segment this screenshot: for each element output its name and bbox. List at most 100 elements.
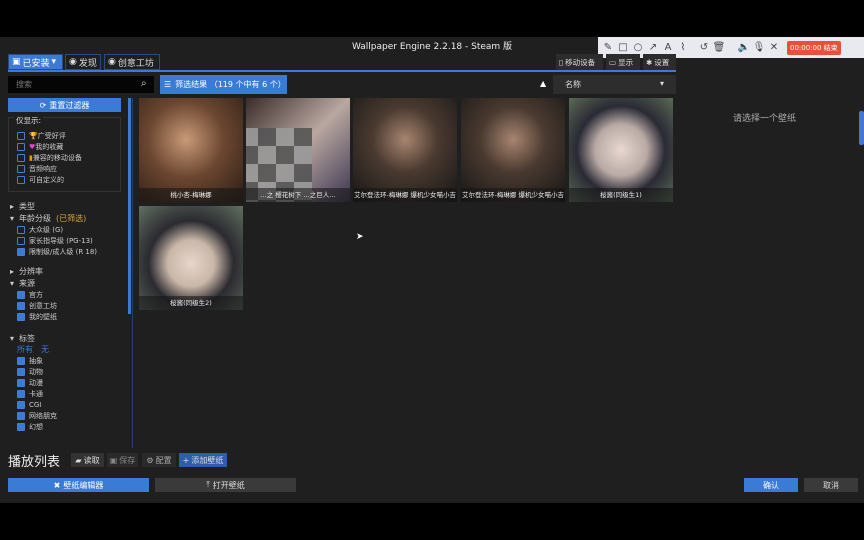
mic-icon[interactable]: 🎙 (753, 42, 766, 54)
checkbox[interactable] (17, 153, 25, 162)
reset-filters-button[interactable]: ⟳ 重置过滤器 (8, 98, 121, 112)
tab-mobile[interactable]: ▯ 移动设备 (556, 54, 603, 70)
checkbox[interactable] (17, 142, 25, 151)
right-scrollbar[interactable] (859, 111, 864, 145)
playlist-config-button[interactable]: ⚙ 配置 (142, 453, 176, 467)
checkbox[interactable] (17, 422, 25, 431)
arrow-icon[interactable]: ↗ (647, 42, 659, 54)
cancel-button[interactable]: 取消 (804, 478, 858, 492)
undo-icon[interactable]: ↺ (698, 42, 710, 54)
tab-settings[interactable]: ✱ 设置 (643, 54, 676, 70)
wallpaper-tile[interactable]: 艾尔登法环-梅琳娜 爆机少女喵小吉 (353, 98, 457, 202)
filter-results-button[interactable]: ☰ 筛选结果 （119 个中有 6 个） (160, 75, 287, 94)
gear-icon: ✱ (646, 57, 653, 67)
tag-item[interactable]: CGI (17, 399, 125, 410)
checkbox[interactable] (17, 367, 25, 376)
caret-down-icon: ▾ (10, 333, 15, 343)
wallpaper-editor-button[interactable]: ✖ 壁纸编辑器 (8, 478, 149, 492)
filter-customizable[interactable]: 可自定义的 (17, 174, 120, 185)
checkbox[interactable] (17, 400, 25, 409)
section-tags[interactable]: ▾ 标签 (10, 332, 125, 344)
wallpaper-tile[interactable]: 桜酱(同级生2) (139, 206, 243, 310)
section-source[interactable]: ▾ 来源 (10, 277, 125, 289)
rectangle-icon[interactable]: □ (617, 42, 629, 54)
section-age[interactable]: ▾ 年龄分级 (已筛选) (10, 212, 125, 224)
source-workshop[interactable]: 创意工坊 (17, 300, 125, 311)
tag-item[interactable]: 动漫 (17, 377, 125, 388)
wallpaper-tile[interactable]: 艾尔登法环-梅琳娜 爆机少女喵小吉 (461, 98, 565, 202)
sort-direction-button[interactable]: ▲ (540, 79, 546, 88)
search-icon[interactable]: ⌕ (141, 78, 147, 89)
save-icon: ▣ (12, 57, 21, 67)
playlist-title: 播放列表 (8, 455, 61, 470)
tags-none-link[interactable]: 无 (41, 344, 49, 355)
age-r18[interactable]: 限制级/成人级 (R 18) (17, 246, 125, 257)
open-wallpaper-button[interactable]: ⤒ 打开壁纸 (155, 478, 296, 492)
wallpaper-tile[interactable]: 桃小杏-梅琳娜 (139, 98, 243, 202)
close-icon[interactable]: ✕ (768, 42, 780, 54)
refresh-icon: ⟳ (39, 100, 47, 110)
tab-workshop[interactable]: ◉ 创意工坊 (104, 54, 160, 70)
age-pg13[interactable]: 家长指导级 (PG-13) (17, 235, 125, 246)
checkbox[interactable] (17, 290, 25, 299)
checkbox[interactable] (17, 131, 25, 140)
checkbox[interactable] (17, 411, 25, 420)
filter-mobile[interactable]: ▮ 兼容的移动设备 (17, 152, 120, 163)
checkbox[interactable] (17, 175, 25, 184)
tag-item[interactable]: 幻想 (17, 421, 125, 432)
checkbox[interactable] (17, 312, 25, 321)
checkbox[interactable] (17, 236, 25, 245)
ok-button[interactable]: 确认 (744, 478, 798, 492)
playlist-add-button[interactable]: + 添加壁纸 (179, 453, 227, 467)
tab-installed[interactable]: ▣ 已安装 ▾ (8, 54, 63, 70)
text-icon[interactable]: A (662, 42, 674, 54)
trash-icon[interactable]: 🗑 (713, 42, 726, 54)
tag-item[interactable]: 网络朋克 (17, 410, 125, 421)
caret-down-icon: ▾ (10, 278, 15, 288)
sort-select[interactable]: 名称 ▾ (553, 75, 676, 94)
sidebar-scrollbar[interactable] (128, 98, 131, 314)
filter-audio[interactable]: 音频响应 (17, 163, 120, 174)
checkbox[interactable] (17, 164, 25, 173)
tag-item[interactable]: 动物 (17, 366, 125, 377)
section-resolution[interactable]: ▸ 分辨率 (10, 265, 125, 277)
phone-icon: ▯ (559, 57, 564, 67)
section-type[interactable]: ▸ 类型 (10, 200, 125, 212)
checkbox[interactable] (17, 378, 25, 387)
show-only-label: 仅显示: (14, 115, 44, 126)
tab-discover[interactable]: ◉ 发现 (65, 54, 101, 70)
filter-approved[interactable]: 🏆 广受好评 (17, 130, 120, 141)
monitor-icon: ▭ (609, 57, 617, 67)
speaker-icon[interactable]: 🔈 (738, 42, 750, 54)
filter-favorites[interactable]: ♥ 我的收藏 (17, 141, 120, 152)
wallpaper-tile[interactable]: 桜酱(同级生1) (569, 98, 673, 202)
source-official[interactable]: 官方 (17, 289, 125, 300)
mouse-cursor: ➤ (356, 232, 364, 242)
search-input[interactable]: 搜索 (8, 76, 154, 93)
circle-icon[interactable]: ○ (632, 42, 644, 54)
wallpaper-tile[interactable]: …之 樱花树下 …之巨人… (246, 98, 350, 202)
tag-item[interactable]: 抽象 (17, 355, 125, 366)
tags-all-link[interactable]: 所有 (17, 344, 33, 355)
playlist-save-button[interactable]: ▣ 保存 (107, 453, 138, 467)
record-stop-button[interactable]: 00:00:00 结束 (787, 40, 841, 55)
checkbox[interactable] (17, 225, 25, 234)
no-selection-text: 请选择一个壁纸 (733, 114, 797, 124)
tools-icon: ✖ (53, 480, 61, 490)
trophy-icon: 🏆 (29, 131, 38, 140)
age-g[interactable]: 大众级 (G) (17, 224, 125, 235)
source-mine[interactable]: 我的壁纸 (17, 311, 125, 322)
tab-display[interactable]: ▭ 显示 (606, 54, 640, 70)
plus-icon: + (182, 455, 190, 465)
checkbox[interactable] (17, 247, 25, 256)
checkbox[interactable] (17, 389, 25, 398)
chevron-down-icon: ▾ (659, 79, 664, 88)
playlist-load-button[interactable]: ▰ 读取 (71, 453, 104, 467)
highlighter-icon[interactable]: ⌇ (677, 42, 689, 54)
tag-item[interactable]: 卡通 (17, 388, 125, 399)
checkbox[interactable] (17, 356, 25, 365)
show-only-group: 仅显示: 🏆 广受好评 ♥ 我的收藏 ▮ 兼容的移动设备 音频响应 可自定义的 (8, 115, 121, 192)
checkbox[interactable] (17, 301, 25, 310)
pencil-icon[interactable]: ✎ (602, 42, 614, 54)
folder-icon: ▰ (75, 455, 82, 465)
